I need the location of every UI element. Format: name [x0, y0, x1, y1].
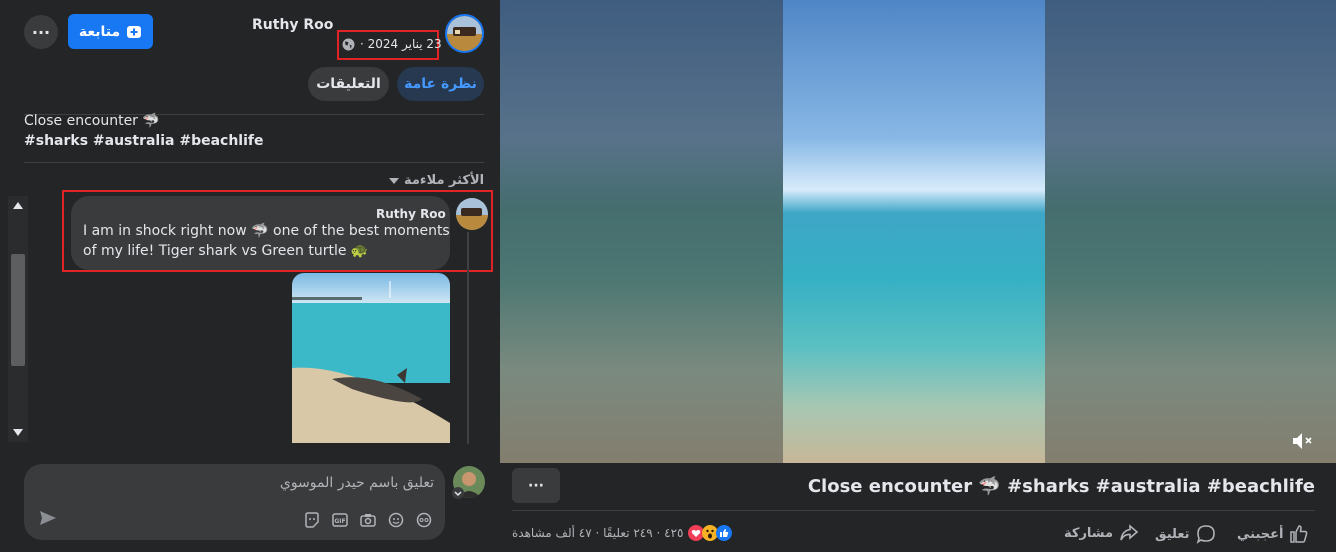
tab-comments[interactable]: التعليقات: [308, 67, 389, 101]
post-date[interactable]: 23 يناير 2024 ·: [360, 37, 442, 51]
like-label: أعجبني: [1237, 526, 1284, 542]
globe-icon: [342, 38, 355, 50]
comment-avatar[interactable]: [456, 198, 488, 230]
scroll-up-icon[interactable]: [13, 202, 23, 209]
send-icon[interactable]: [39, 510, 57, 526]
avatar-sticker-icon[interactable]: [416, 512, 432, 528]
svg-text:GIF: GIF: [334, 518, 345, 525]
comment-input[interactable]: تعليق باسم حيدر الموسوي: [150, 475, 434, 491]
mute-icon[interactable]: [1290, 428, 1316, 454]
follow-label: متابعة: [78, 23, 121, 40]
comment-label: تعليق: [1155, 526, 1190, 542]
video-frame: [783, 0, 1045, 463]
stats-text[interactable]: ٤٢٥ · ٢٤٩ تعليقًا · ٤٧ ألف مشاهدة: [512, 526, 684, 540]
tab-overview[interactable]: نظرة عامة: [397, 67, 484, 101]
sort-label: الأكثر ملاءمة: [404, 173, 485, 188]
video-panel: ··· Close encounter 🦈 #sharks #australia…: [500, 0, 1336, 552]
share-icon: [1120, 524, 1139, 541]
divider: [512, 510, 1315, 511]
divider: [24, 162, 484, 163]
video-player[interactable]: [500, 0, 1336, 463]
video-more-button[interactable]: ···: [512, 468, 560, 503]
thread-line: [467, 232, 469, 444]
author-name[interactable]: Ruthy Roo: [252, 17, 333, 33]
reactions[interactable]: [687, 525, 732, 541]
gif-icon[interactable]: GIF: [332, 512, 348, 528]
post-caption: Close encounter 🦈: [24, 113, 160, 129]
comment-image[interactable]: [292, 273, 450, 443]
comment-icon: [1196, 525, 1215, 544]
comment-button[interactable]: تعليق: [1155, 524, 1216, 544]
thumbs-up-icon: [1290, 525, 1308, 543]
add-page-icon: [127, 25, 142, 38]
emoji-icon[interactable]: [388, 512, 404, 528]
comment-author[interactable]: Ruthy Roo: [376, 207, 446, 221]
chevron-down-icon[interactable]: [452, 487, 464, 499]
sticker-icon[interactable]: [304, 512, 320, 528]
video-title: Close encounter 🦈 #sharks #australia #be…: [807, 476, 1315, 497]
post-panel: ··· متابعة Ruthy Roo 23 يناير 2024 · نظر…: [0, 0, 500, 552]
post-hashtags[interactable]: #sharks #australia #beachlife: [24, 133, 263, 149]
like-button[interactable]: أعجبني: [1237, 524, 1309, 544]
scroll-down-icon[interactable]: [13, 429, 23, 436]
like-reaction-icon: [715, 525, 732, 541]
more-options-button[interactable]: ···: [24, 15, 58, 49]
comments-scrollbar[interactable]: [8, 196, 28, 442]
comment-text-line2: of my life! Tiger shark vs Green turtle …: [83, 243, 369, 259]
comment-text-line1: I am in shock right now 🦈 one of the bes…: [83, 223, 450, 239]
scroll-thumb[interactable]: [11, 254, 25, 366]
sort-dropdown[interactable]: الأكثر ملاءمة: [389, 173, 484, 188]
camera-icon[interactable]: [360, 512, 376, 528]
author-avatar[interactable]: [445, 14, 484, 53]
caret-down-icon: [389, 177, 399, 184]
follow-button[interactable]: متابعة: [68, 14, 153, 49]
share-button[interactable]: مشاركة: [1064, 524, 1139, 542]
share-label: مشاركة: [1064, 525, 1114, 541]
